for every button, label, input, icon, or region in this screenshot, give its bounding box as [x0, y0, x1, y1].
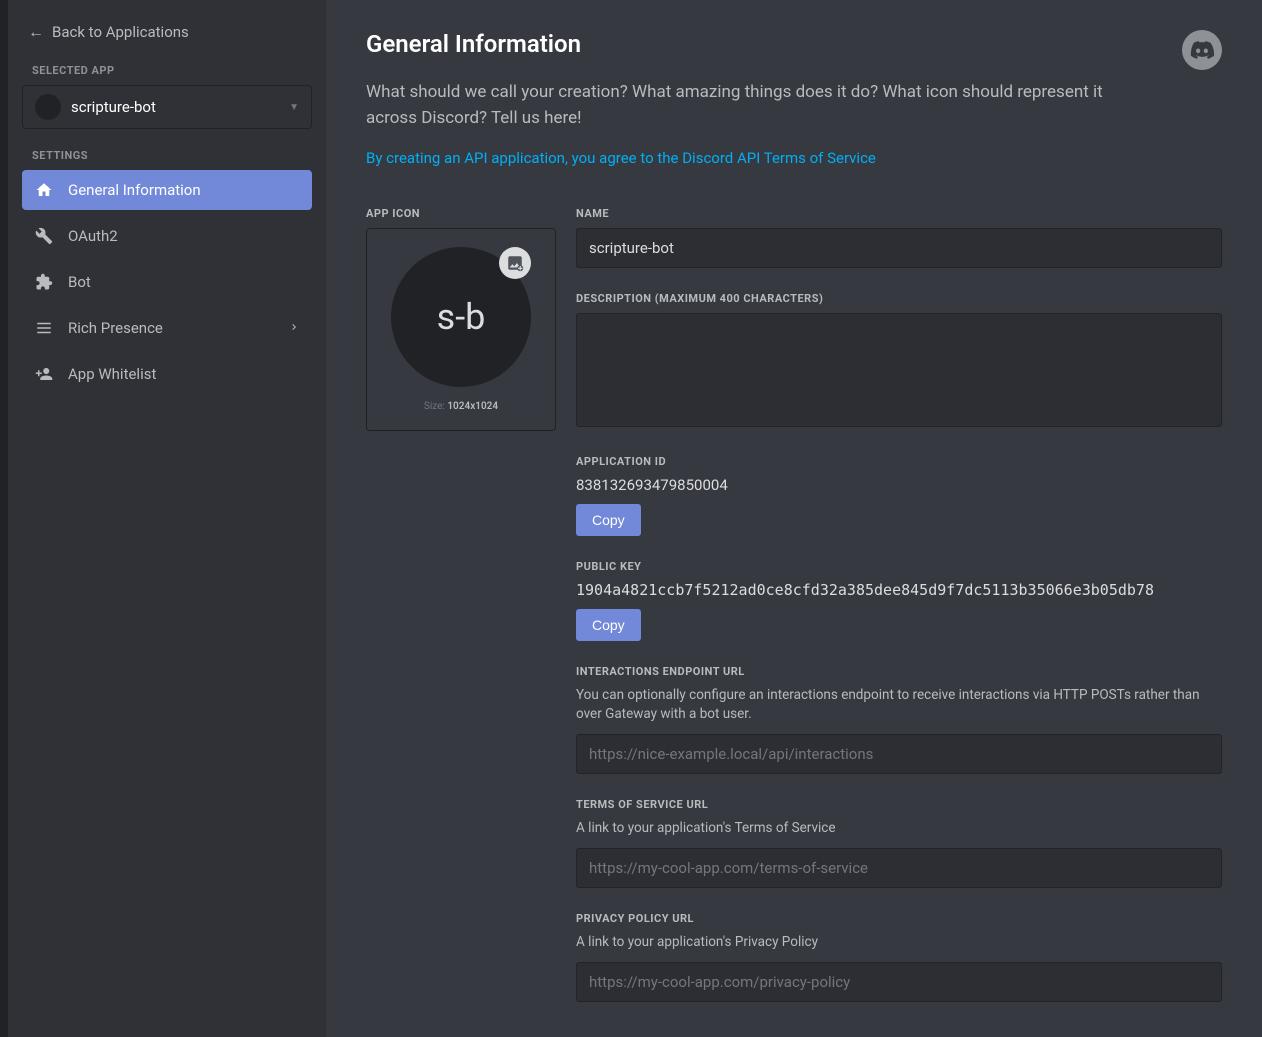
list-icon	[34, 318, 54, 338]
privacy-url-label: PRIVACY POLICY URL	[576, 912, 1222, 925]
tos-link[interactable]: By creating an API application, you agre…	[366, 149, 1222, 167]
copy-app-id-button[interactable]: Copy	[576, 504, 641, 536]
sidebar-item-label: Rich Presence	[68, 319, 163, 337]
app-icon-label: APP ICON	[366, 207, 556, 220]
sidebar-item-rich-presence[interactable]: Rich Presence	[22, 308, 312, 348]
sidebar-item-label: Bot	[68, 273, 91, 291]
sidebar-item-bot[interactable]: Bot	[22, 262, 312, 302]
app-selector-dropdown[interactable]: scripture-bot ▼	[22, 85, 312, 129]
sidebar-item-label: OAuth2	[68, 227, 118, 245]
app-id-value: 838132693479850004	[576, 476, 1222, 494]
sidebar: ← Back to Applications SELECTED APP scri…	[0, 0, 326, 1037]
privacy-url-help: A link to your application's Privacy Pol…	[576, 933, 1222, 952]
discord-logo-icon[interactable]	[1182, 30, 1222, 70]
name-input[interactable]	[576, 228, 1222, 268]
name-label: NAME	[576, 207, 1222, 220]
back-to-applications-link[interactable]: ← Back to Applications	[22, 18, 312, 46]
puzzle-icon	[34, 272, 54, 292]
public-key-label: PUBLIC KEY	[576, 560, 1222, 573]
public-key-value: 1904a4821ccb7f5212ad0ce8cfd32a385dee845d…	[576, 581, 1222, 599]
arrow-left-icon: ←	[28, 22, 44, 42]
selected-app-name: scripture-bot	[71, 98, 279, 116]
icon-size-hint: Size: 1024x1024	[424, 401, 498, 412]
caret-down-icon: ▼	[289, 102, 299, 113]
sidebar-item-oauth2[interactable]: OAuth2	[22, 216, 312, 256]
main-content: General Information What should we call …	[326, 0, 1262, 1037]
app-avatar-icon	[35, 94, 61, 120]
sidebar-item-label: General Information	[68, 181, 201, 199]
app-icon-upload[interactable]: s-b Size: 1024x1024	[366, 228, 556, 431]
page-subtitle: What should we call your creation? What …	[366, 80, 1156, 131]
tos-url-input[interactable]	[576, 848, 1222, 888]
copy-public-key-button[interactable]: Copy	[576, 609, 641, 641]
person-add-icon	[34, 364, 54, 384]
back-label: Back to Applications	[52, 23, 189, 41]
wrench-icon	[34, 226, 54, 246]
interactions-url-input[interactable]	[576, 734, 1222, 774]
selected-app-label: SELECTED APP	[32, 64, 312, 77]
app-icon-initials: s-b	[437, 296, 486, 338]
app-icon-preview: s-b	[391, 247, 531, 387]
app-id-label: APPLICATION ID	[576, 455, 1222, 468]
settings-label: SETTINGS	[32, 149, 312, 162]
home-icon	[34, 180, 54, 200]
upload-image-icon	[499, 247, 531, 279]
tos-url-label: TERMS OF SERVICE URL	[576, 798, 1222, 811]
description-label: DESCRIPTION (MAXIMUM 400 CHARACTERS)	[576, 292, 1222, 305]
page-title: General Information	[366, 30, 1222, 58]
chevron-right-icon	[288, 319, 300, 337]
sidebar-item-app-whitelist[interactable]: App Whitelist	[22, 354, 312, 394]
privacy-url-input[interactable]	[576, 962, 1222, 1002]
interactions-help: You can optionally configure an interact…	[576, 686, 1222, 724]
sidebar-item-general-information[interactable]: General Information	[22, 170, 312, 210]
description-textarea[interactable]	[576, 313, 1222, 427]
tos-url-help: A link to your application's Terms of Se…	[576, 819, 1222, 838]
sidebar-item-label: App Whitelist	[68, 365, 156, 383]
interactions-label: INTERACTIONS ENDPOINT URL	[576, 665, 1222, 678]
